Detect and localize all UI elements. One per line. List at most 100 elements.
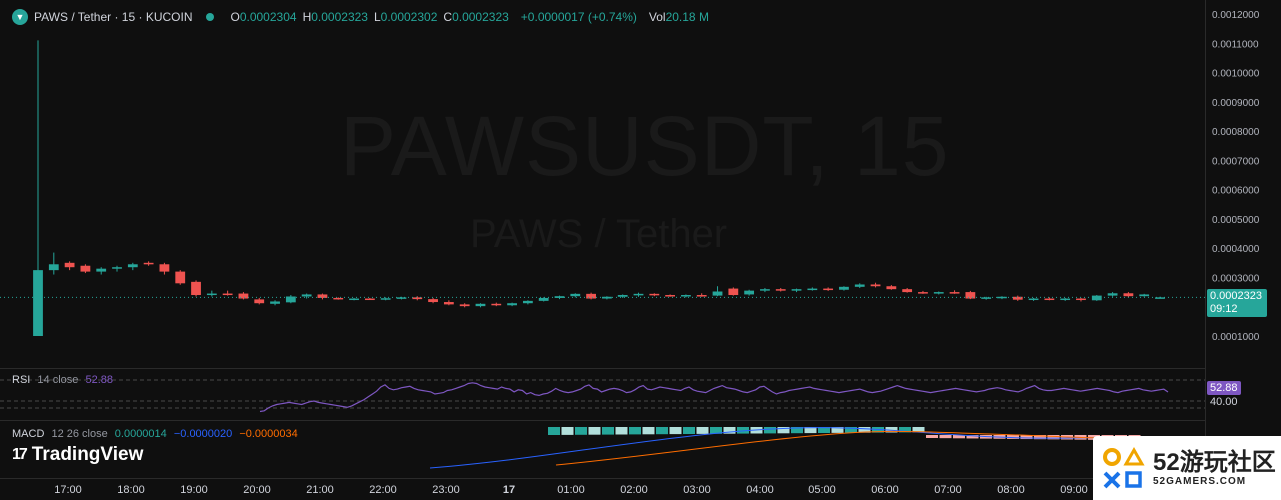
candle-body	[570, 293, 581, 297]
ohlc-key: L	[373, 10, 381, 24]
volume-value: 20.18 M	[665, 10, 709, 24]
macd-pane[interactable]: MACD 12 26 close 0.0000014 −0.0000020 −0…	[0, 420, 1205, 478]
macd-histogram-bar	[696, 427, 709, 434]
macd-line-value: −0.0000020	[173, 428, 233, 440]
macd-histogram-bar	[548, 427, 560, 435]
macd-histogram-bar	[669, 427, 682, 435]
candle-body	[80, 265, 91, 272]
rsi-label[interactable]: RSI	[12, 374, 30, 386]
macd-histogram-bar	[615, 427, 628, 435]
candle-body	[886, 286, 897, 290]
candle-body	[1012, 296, 1023, 300]
rsi-pane[interactable]: RSI 14 close 52.88	[0, 368, 1205, 418]
change-value: +0.0000017 (+0.74%)	[520, 10, 637, 24]
paws-logo-icon: ▼	[12, 9, 28, 25]
macd-histogram-bar	[1047, 435, 1060, 440]
macd-label[interactable]: MACD	[12, 428, 44, 440]
macd-histogram-bar	[588, 427, 601, 435]
candle-body	[823, 288, 834, 291]
candle-body	[443, 302, 454, 305]
candle-body	[507, 303, 517, 306]
badge-url: 52GAMERS.COM	[1153, 475, 1247, 487]
candle-body	[744, 290, 755, 295]
time-tick-label: 09:00	[1060, 484, 1088, 496]
candle-body	[1060, 298, 1071, 301]
candle-body	[1091, 295, 1102, 301]
ohlc-value: 0.0002304	[239, 10, 297, 24]
ohlc-key: H	[302, 10, 312, 24]
candle-body	[1028, 298, 1039, 301]
price-axis[interactable]: 0.0012000 0.0011000 0.0010000 0.0009000 0.00…	[1205, 0, 1281, 500]
candle-body	[681, 295, 691, 297]
candle-body	[538, 297, 549, 301]
candle-body	[696, 295, 707, 297]
macd-histogram-bar	[642, 427, 655, 435]
time-tick-label: 22:00	[369, 484, 397, 496]
candle-body	[602, 296, 612, 299]
last-price: 0.0002323	[1210, 290, 1262, 302]
time-tick-label: 17:00	[54, 484, 82, 496]
price-tick-label: 0.0011000	[1212, 39, 1259, 50]
candle-body	[349, 298, 359, 301]
candle-body	[728, 288, 739, 296]
candle-body	[981, 297, 992, 299]
candle-body	[191, 281, 201, 296]
ohlc-key: O	[230, 10, 240, 24]
time-tick-label: 18:00	[117, 484, 145, 496]
badge-title: 52游玩社区	[1153, 448, 1276, 476]
macd-histogram-bar	[561, 427, 574, 435]
price-tick-label: 0.0010000	[1212, 69, 1260, 80]
rsi-legend: RSI 14 close 52.88	[12, 374, 113, 386]
price-tick-label: 0.0003000	[1212, 273, 1260, 284]
macd-histogram-bar	[939, 435, 952, 439]
tradingview-logo[interactable]: 17 TradingView	[12, 444, 143, 466]
candle-body	[127, 264, 138, 268]
candle-body	[33, 270, 43, 336]
candle-body	[665, 295, 676, 297]
candle-body	[459, 304, 470, 307]
candle-body	[791, 289, 802, 291]
symbol-legend: ▼ PAWS / Tether · 15 · KUCOIN O0.0002304…	[12, 9, 715, 25]
macd-signal-value: −0.0000034	[239, 428, 298, 440]
tradingview-wordmark: TradingView	[31, 444, 144, 465]
time-tick-label: 06:00	[871, 484, 899, 496]
candle-body	[301, 294, 312, 297]
candle-body	[159, 264, 170, 272]
candlestick-chart[interactable]	[0, 0, 1205, 366]
price-tick-label: 0.0007000	[1212, 156, 1260, 167]
macd-histogram-bar	[602, 427, 614, 435]
price-tick-label: 0.0004000	[1212, 244, 1260, 255]
ohlc-value: 0.0002323	[311, 10, 368, 24]
candle-body	[870, 284, 881, 287]
rsi-chart[interactable]	[0, 369, 1205, 419]
candle-body	[522, 300, 533, 304]
rsi-value-tag: 52.88	[1207, 381, 1241, 395]
candle-body	[1139, 294, 1150, 297]
price-tick-label: 0.0006000	[1212, 186, 1260, 197]
time-axis[interactable]: 17:00 18:00 19:00 20:00 21:00 22:00 23:00 17 01:…	[0, 478, 1205, 500]
time-tick-label: 19:00	[180, 484, 208, 496]
candle-body	[254, 299, 265, 304]
symbol-title[interactable]: PAWS / Tether · 15 · KUCOIN	[34, 10, 192, 24]
time-tick-label: 04:00	[746, 484, 774, 496]
candle-body	[839, 286, 849, 290]
macd-legend: MACD 12 26 close 0.0000014 −0.0000020 −0…	[12, 428, 298, 440]
candle-body	[965, 292, 976, 299]
market-status-icon	[206, 13, 215, 21]
candle-body	[317, 294, 328, 298]
candle-body	[175, 271, 186, 284]
candle-body	[854, 284, 865, 287]
ohlc-value: 0.0002323	[452, 10, 509, 24]
gamepad-logo-icon	[1101, 446, 1145, 490]
candle-body	[491, 303, 502, 306]
macd-params: 12 26 close	[51, 428, 108, 440]
candle-body	[270, 301, 280, 304]
candle-body	[933, 292, 944, 294]
candle-body	[96, 268, 107, 272]
last-price-tag: 0.0002323 09:12	[1207, 289, 1267, 317]
candle-body	[586, 293, 596, 299]
time-tick-label: 20:00	[243, 484, 271, 496]
price-pane[interactable]: PAWSUSDT, 15 PAWS / Tether ▼ PAWS / Teth…	[0, 0, 1205, 366]
price-tick-label: 0.0012000	[1212, 10, 1260, 21]
candle-body	[333, 297, 344, 300]
